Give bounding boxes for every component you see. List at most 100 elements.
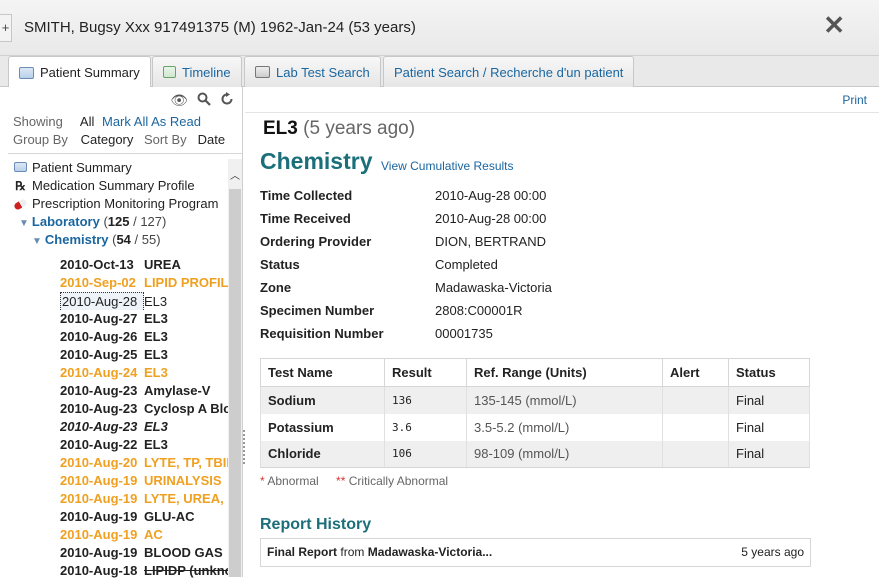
result-list-item[interactable]: 2010-Aug-24 EL3: [60, 364, 228, 382]
table-cell-result: 3.6: [384, 413, 467, 441]
tree-label: Chemistry: [44, 232, 109, 247]
close-icon[interactable]: ✕: [823, 12, 845, 38]
sort-by-value[interactable]: Date: [198, 132, 225, 147]
legend-critical: ** Critically Abnormal: [336, 474, 449, 488]
tree-item-laboratory[interactable]: ▼ Laboratory (125 / 127): [13, 213, 229, 231]
table-cell-alert: [662, 440, 729, 468]
result-list-item[interactable]: 2010-Aug-20 LYTE, TP, TBIL: [60, 454, 228, 472]
refresh-icon[interactable]: [220, 92, 234, 109]
divider: [8, 153, 242, 154]
tree-label: Prescription Monitoring Program: [32, 196, 219, 211]
tab-label: Patient Search / Recherche d'un patient: [394, 64, 624, 80]
patient-title: SMITH, Bugsy Xxx 917491375 (M) 1962-Jan-…: [24, 19, 416, 36]
main-panel: Print EL3 (5 years ago) Chemistry View C…: [245, 87, 879, 577]
tab-patient-summary[interactable]: Patient Summary: [8, 56, 151, 88]
category-tree: Patient Summary ℞ Medication Summary Prof…: [13, 159, 229, 249]
result-name: EL3: [144, 329, 168, 344]
result-list-item[interactable]: 2010-Aug-27 EL3: [60, 310, 228, 328]
tab-label: Timeline: [182, 64, 231, 80]
result-name: AC: [144, 527, 163, 542]
result-name: EL3: [144, 365, 168, 380]
tab-patient-search[interactable]: Patient Search / Recherche d'un patient: [383, 56, 635, 87]
detail-row: Requisition Number 00001735: [260, 322, 552, 345]
showing-value[interactable]: All: [80, 114, 94, 129]
result-date: 2010-Sep-02: [60, 275, 136, 290]
view-cumulative-link[interactable]: View Cumulative Results: [381, 159, 514, 173]
search-icon[interactable]: [197, 92, 211, 109]
scrollbar[interactable]: ︿: [228, 159, 242, 577]
table-cell-alert: [662, 413, 729, 441]
scroll-thumb[interactable]: [229, 189, 241, 577]
result-list-item[interactable]: 2010-Aug-23 Cyclosp A Blood: [60, 400, 228, 418]
result-list-item[interactable]: 2010-Aug-19 BLOOD GAS: [60, 544, 228, 562]
detail-row: Status Completed: [260, 253, 552, 276]
scroll-up-icon[interactable]: ︿: [230, 167, 240, 182]
detail-label: Status: [260, 257, 300, 272]
report-age: (5 years ago): [303, 118, 416, 139]
section-title: Chemistry: [260, 148, 373, 174]
tree-item-prescription-monitoring[interactable]: Prescription Monitoring Program: [13, 195, 229, 213]
result-name: EL3: [144, 347, 168, 362]
result-list-item[interactable]: 2010-Aug-28 EL3: [60, 292, 228, 310]
result-date: 2010-Aug-19: [60, 545, 138, 560]
detail-label: Requisition Number: [260, 326, 384, 341]
report-source: Madawaska-Victoria...: [367, 545, 493, 559]
tree-item-chemistry[interactable]: ▼ Chemistry (54 / 55): [13, 231, 229, 249]
result-name: LYTE, UREA, CR: [144, 491, 228, 506]
tree-label: Laboratory: [31, 214, 100, 229]
result-name: Cyclosp A Blood: [144, 401, 228, 416]
result-date: 2010-Aug-20: [60, 455, 138, 470]
table-cell-ref: 3.5-5.2 (mmol/L): [466, 413, 663, 441]
left-panel: 👁 Showing All Mark All As Read Group By …: [0, 87, 243, 580]
result-name: LIPID PROFILE: [144, 275, 228, 290]
patient-summary-icon: [13, 159, 28, 177]
report-name: EL3: [263, 118, 298, 139]
group-by-value[interactable]: Category: [81, 132, 134, 147]
report-history-title: Report History: [260, 516, 372, 533]
expand-triangle-icon[interactable]: ▼: [19, 218, 29, 229]
add-tab-button[interactable]: +: [0, 14, 12, 42]
tab-lab-test-search[interactable]: Lab Test Search: [244, 56, 381, 87]
result-name: UREA: [144, 257, 181, 272]
column-header: Test Name: [260, 358, 385, 387]
result-name: GLU-AC: [144, 509, 195, 524]
eye-icon[interactable]: 👁: [170, 92, 188, 109]
tab-label: Patient Summary: [40, 65, 140, 80]
column-header: Status: [728, 358, 810, 387]
print-link[interactable]: Print: [842, 93, 867, 107]
report-history-item[interactable]: Final Report from Madawaska-Victoria... …: [260, 538, 811, 567]
result-date: 2010-Aug-19: [60, 509, 138, 524]
tree-item-patient-summary[interactable]: Patient Summary: [13, 159, 229, 177]
result-list-item[interactable]: 2010-Aug-19 AC: [60, 526, 228, 544]
result-list-item[interactable]: 2010-Aug-22 EL3: [60, 436, 228, 454]
mark-all-read-link[interactable]: Mark All As Read: [102, 114, 201, 129]
result-date: 2010-Aug-18: [60, 563, 138, 578]
detail-label: Ordering Provider: [260, 234, 372, 249]
result-list-item[interactable]: 2010-Aug-23 Amylase-V: [60, 382, 228, 400]
table-cell-status: Final: [728, 386, 810, 414]
result-date: 2010-Aug-23: [60, 419, 138, 434]
result-date: 2010-Aug-23: [60, 401, 138, 416]
tab-timeline[interactable]: Timeline: [152, 56, 242, 87]
result-name: EL3: [144, 311, 168, 326]
result-list-item[interactable]: 2010-Aug-18 LIPIDP (unknown): [60, 562, 228, 580]
result-list-item[interactable]: 2010-Aug-19 LYTE, UREA, CR: [60, 490, 228, 508]
result-list-item[interactable]: 2010-Oct-13 UREA: [60, 256, 228, 274]
detail-label: Zone: [260, 280, 292, 295]
detail-row: Time Received 2010-Aug-28 00:00: [260, 207, 552, 230]
result-list-item[interactable]: 2010-Aug-26 EL3: [60, 328, 228, 346]
table-cell-status: Final: [728, 440, 810, 468]
result-list-item[interactable]: 2010-Aug-25 EL3: [60, 346, 228, 364]
result-list-item[interactable]: 2010-Sep-02 LIPID PROFILE: [60, 274, 228, 292]
result-list-item[interactable]: 2010-Aug-19 GLU-AC: [60, 508, 228, 526]
expand-triangle-icon[interactable]: ▼: [32, 236, 42, 247]
tree-item-medication-profile[interactable]: ℞ Medication Summary Profile: [13, 177, 229, 195]
result-date: 2010-Aug-19: [60, 527, 138, 542]
laboratory-count: (125 / 127): [103, 214, 167, 229]
result-date: 2010-Aug-25: [60, 347, 138, 362]
column-header: Alert: [662, 358, 729, 387]
result-list-item[interactable]: 2010-Aug-19 URINALYSIS: [60, 472, 228, 490]
rx-icon: ℞: [15, 179, 26, 193]
result-list-item[interactable]: 2010-Aug-23 EL3: [60, 418, 228, 436]
result-name: EL3: [144, 419, 168, 434]
